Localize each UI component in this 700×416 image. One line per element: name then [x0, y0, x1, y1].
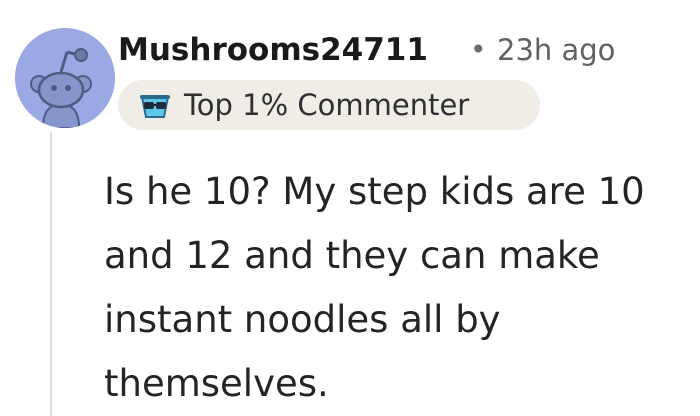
avatar[interactable]: [15, 28, 115, 128]
comment-timestamp[interactable]: 23h ago: [497, 30, 615, 70]
meta-separator: •: [470, 33, 487, 66]
badge-label: Top 1% Commenter: [184, 88, 470, 122]
comment-body: Is he 10? My step kids are 10 and 12 and…: [104, 170, 645, 405]
top-commenter-badge[interactable]: Top 1% Commenter: [118, 80, 540, 130]
sunglasses-badge-icon: [136, 87, 174, 123]
thread-line[interactable]: [50, 132, 52, 416]
snoo-avatar-icon: [15, 28, 115, 128]
username-link[interactable]: Mushrooms24711: [118, 30, 428, 70]
